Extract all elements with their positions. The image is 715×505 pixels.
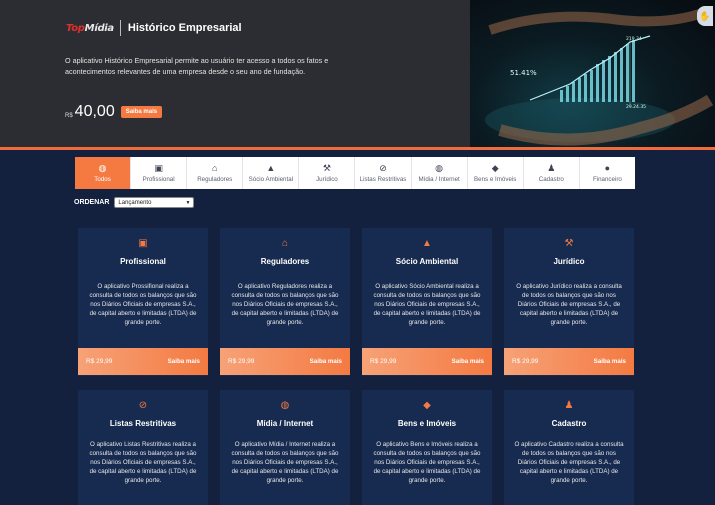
card-description: O aplicativo Sócio Ambiental realiza a c… bbox=[373, 283, 481, 326]
card-price: R$ 29,99 bbox=[512, 358, 539, 365]
chart-hands-illustration: 51.41% 219.34 29.24.35 bbox=[485, 7, 714, 146]
ban-icon: ⊘ bbox=[379, 163, 387, 173]
tab-label: Financeiro bbox=[592, 176, 622, 183]
product-title: Histórico Empresarial bbox=[127, 22, 242, 34]
hero-more-button[interactable]: Saiba mais bbox=[120, 106, 163, 118]
tab-2[interactable]: ⌂ Reguladores bbox=[187, 157, 244, 189]
card-description: O aplicativo Cadastro realiza a consulta… bbox=[514, 441, 624, 484]
card-price: R$ 29,99 bbox=[86, 358, 113, 365]
globe-icon: ◍ bbox=[280, 400, 290, 411]
product-card[interactable]: ⌂ Reguladores O aplicativo Reguladores rea… bbox=[220, 228, 350, 376]
card-description: O aplicativo Prossifional realiza a cons… bbox=[89, 283, 197, 326]
tab-4[interactable]: ⚒ Jurídico bbox=[299, 157, 356, 189]
tab-label: Reguladores bbox=[197, 176, 233, 183]
brand-logo[interactable]: TopMídia bbox=[66, 23, 114, 34]
card-title: Sócio Ambiental bbox=[395, 257, 459, 266]
product-card[interactable]: ▣ Profissional O aplicativo Prossifional r… bbox=[78, 228, 208, 376]
card-title: Profissional bbox=[120, 257, 166, 266]
card-footer: R$ 29,99 Saiba mais bbox=[362, 348, 492, 375]
card-title: Jurídico bbox=[553, 257, 585, 266]
bank-icon: ⌂ bbox=[212, 163, 218, 173]
card-description: O aplicativo Reguladores realiza a consu… bbox=[231, 283, 339, 326]
briefcase-icon: ▣ bbox=[154, 163, 163, 173]
piggy-bank-icon: ● bbox=[604, 163, 611, 173]
bell-icon: ▲ bbox=[422, 238, 432, 249]
tab-1[interactable]: ▣ Profissional bbox=[131, 157, 188, 189]
product-card[interactable]: ◍ Mídia / Internet O aplicativo Mídia / In… bbox=[220, 390, 350, 505]
card-footer: R$ 29,99 Saiba mais bbox=[504, 348, 634, 375]
tab-5[interactable]: ⊘ Listas Restritivas bbox=[355, 157, 412, 189]
sort-select[interactable]: Lançamento ▼ bbox=[114, 197, 195, 208]
price-currency: R$ bbox=[65, 113, 73, 119]
ban-icon: ⊘ bbox=[138, 400, 148, 411]
hero-chart-image: 51.41% 219.34 29.24.35 ✋ bbox=[470, 0, 715, 147]
card-footer: R$ 29,99 Saiba mais bbox=[78, 348, 208, 375]
chart-readout-percent: 51.41% bbox=[510, 69, 537, 77]
product-card[interactable]: ▲ Sócio Ambiental O aplicativo Sócio Ambie… bbox=[362, 228, 492, 376]
tab-label: Jurídico bbox=[316, 176, 338, 183]
globe-icon: ◍ bbox=[435, 163, 444, 173]
hero-banner: TopMídia Histórico Empresarial O aplicat… bbox=[0, 0, 715, 147]
tab-6[interactable]: ◍ Mídia / Internet bbox=[412, 157, 468, 189]
product-description: O aplicativo Histórico Empresarial permi… bbox=[65, 56, 329, 76]
card-title: Mídia / Internet bbox=[256, 419, 314, 428]
brand: TopMídia Histórico Empresarial bbox=[66, 20, 242, 36]
chart-readout-bottom: 29.24.35 bbox=[626, 104, 646, 110]
price-row: R$ 40,00 Saiba mais bbox=[65, 103, 163, 121]
product-card[interactable]: ♟ Cadastro O aplicativo Cadastro realiza a… bbox=[504, 390, 634, 505]
card-title: Bens e Imóveis bbox=[397, 419, 457, 428]
card-title: Reguladores bbox=[260, 257, 310, 266]
card-more-button[interactable]: Saiba mais bbox=[168, 358, 200, 365]
tab-7[interactable]: ◆ Bens e Imóveis bbox=[468, 157, 524, 189]
tab-label: Mídia / Internet bbox=[418, 176, 460, 183]
tab-label: Listas Restritivas bbox=[359, 176, 407, 183]
category-tabs: ◍ Todos ▣ Profissional ⌂ Reguladores ▲ Sócio Am… bbox=[75, 157, 635, 189]
accessibility-badge-icon[interactable]: ✋ bbox=[697, 6, 713, 26]
card-title: Listas Restritivas bbox=[109, 419, 177, 428]
chart-readout-top: 219.34 bbox=[626, 36, 642, 42]
brand-divider bbox=[119, 20, 121, 36]
gavel-icon: ⚒ bbox=[564, 238, 574, 249]
tab-0[interactable]: ◍ Todos bbox=[75, 157, 132, 189]
diamond-icon: ◆ bbox=[491, 163, 499, 173]
tab-label: Sócio Ambiental bbox=[248, 176, 294, 183]
card-price: R$ 29,99 bbox=[370, 358, 397, 365]
bank-icon: ⌂ bbox=[281, 238, 289, 249]
tab-label: Todos bbox=[94, 176, 111, 183]
product-card[interactable]: ◆ Bens e Imóveis O aplicativo Bens e Imóve… bbox=[362, 390, 492, 505]
globe-icon: ◍ bbox=[98, 163, 107, 173]
product-card[interactable]: ⊘ Listas Restritivas O aplicativo Listas R… bbox=[78, 390, 208, 505]
person-icon: ♟ bbox=[547, 163, 556, 173]
person-icon: ♟ bbox=[564, 400, 574, 411]
tab-label: Profissional bbox=[142, 176, 175, 183]
sort-label: ORDENAR bbox=[74, 199, 110, 206]
tab-3[interactable]: ▲ Sócio Ambiental bbox=[243, 157, 300, 189]
price-value: 40,00 bbox=[74, 103, 115, 120]
card-more-button[interactable]: Saiba mais bbox=[310, 358, 342, 365]
card-description: O aplicativo Bens e Imóveis realiza a co… bbox=[373, 441, 481, 484]
bell-icon: ▲ bbox=[266, 163, 276, 173]
diamond-icon: ◆ bbox=[423, 400, 431, 411]
card-title: Cadastro bbox=[551, 419, 587, 428]
gavel-icon: ⚒ bbox=[322, 163, 331, 173]
sort-control: ORDENAR Lançamento ▼ bbox=[74, 197, 195, 208]
card-footer: R$ 29,99 Saiba mais bbox=[220, 348, 350, 375]
briefcase-icon: ▣ bbox=[138, 238, 148, 249]
card-description: O aplicativo Listas Restritivas realiza … bbox=[89, 441, 197, 484]
card-price: R$ 29,99 bbox=[228, 358, 255, 365]
card-description: O aplicativo Jurídico realiza a consulta… bbox=[516, 283, 622, 326]
card-more-button[interactable]: Saiba mais bbox=[452, 358, 484, 365]
hero-accent-line bbox=[0, 147, 715, 150]
card-more-button[interactable]: Saiba mais bbox=[594, 358, 626, 365]
tab-label: Cadastro bbox=[538, 176, 564, 183]
tab-9[interactable]: ● Financeiro bbox=[580, 157, 635, 189]
product-card[interactable]: ⚒ Jurídico O aplicativo Jurídico realiza a… bbox=[504, 228, 634, 376]
chevron-down-icon: ▼ bbox=[185, 199, 191, 206]
tab-8[interactable]: ♟ Cadastro bbox=[524, 157, 580, 189]
tab-label: Bens e Imóveis bbox=[474, 176, 517, 183]
card-description: O aplicativo Mídia / Internet realiza a … bbox=[231, 441, 339, 484]
sort-value: Lançamento bbox=[118, 199, 152, 206]
